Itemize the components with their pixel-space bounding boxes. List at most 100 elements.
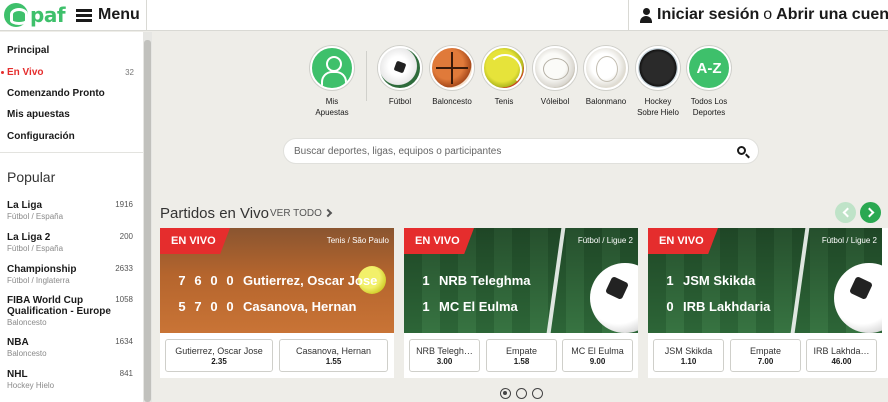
sidebar-item-en-vivo[interactable]: En Vivo — [7, 67, 44, 78]
odds-button[interactable]: Empate 1.58 — [486, 339, 557, 372]
sport-balonmano[interactable]: Balonmano — [576, 46, 636, 107]
header-divider — [146, 0, 147, 31]
odds-label: NRB Telegh… — [416, 346, 473, 356]
score: 5 — [178, 299, 186, 314]
league-item[interactable]: NHL Hockey Hielo 841 — [7, 369, 137, 390]
odds-button[interactable]: JSM Skikda 1.10 — [653, 339, 724, 372]
odds-button[interactable]: MC El Eulma 9.00 — [562, 339, 633, 372]
sport-mis-apuestas[interactable]: Mis Apuestas — [302, 46, 362, 118]
sidebar-item-configuracion[interactable]: Configuración — [7, 131, 75, 142]
pagination-dot[interactable] — [516, 388, 527, 399]
score: 0 — [226, 273, 234, 288]
sidebar-item-mis-apuestas[interactable]: Mis apuestas — [7, 109, 70, 120]
live-match-card[interactable]: EN VIVO Fútbol / Ligue 2 1 JSM Skikda 0 … — [648, 228, 888, 378]
competition-label: Fútbol / Ligue 2 — [577, 236, 633, 245]
search-input[interactable] — [294, 143, 724, 159]
person-icon — [640, 7, 652, 23]
score: 0 — [666, 299, 674, 314]
odds-value: 1.55 — [325, 357, 342, 366]
odds-label: JSM Skikda — [664, 346, 713, 356]
pitch-line — [790, 228, 810, 333]
login-link[interactable]: Iniciar sesión — [657, 6, 759, 24]
top-bar: paf Menu Iniciar sesión o Abrir una cuen… — [0, 0, 888, 31]
chevron-right-icon — [323, 208, 333, 218]
odds-label: Gutierrez, Oscar Jose — [175, 346, 263, 356]
live-dot-icon — [1, 71, 4, 74]
score: 1 — [666, 273, 674, 288]
user-icon — [310, 46, 354, 90]
sport-baloncesto[interactable]: Baloncesto — [422, 46, 482, 107]
handball-icon — [584, 46, 628, 90]
card-hero: EN VIVO Tenis / São Paulo 7 6 0 0 Gutier… — [160, 228, 394, 333]
sidebar-scroll-thumb[interactable] — [144, 40, 151, 402]
sport-label: Balonmano — [585, 97, 627, 106]
live-match-card[interactable]: EN VIVO Fútbol / Ligue 2 1 NRB Teleghma … — [404, 228, 638, 378]
carousel-pagination — [500, 388, 548, 399]
sidebar-item-comenzando-pronto[interactable]: Comenzando Pronto — [7, 88, 105, 99]
league-count: 2633 — [115, 264, 133, 273]
search-icon[interactable] — [737, 146, 746, 155]
sport-label: Baloncesto — [432, 97, 472, 106]
live-match-card[interactable]: EN VIVO Tenis / São Paulo 7 6 0 0 Gutier… — [160, 228, 394, 378]
league-category: Fútbol / España — [7, 212, 64, 221]
league-category: Fútbol / Inglaterra — [7, 276, 70, 285]
odds-value: 9.00 — [589, 357, 606, 366]
carousel-next-button[interactable] — [860, 202, 881, 223]
live-badge: EN VIVO — [648, 228, 718, 254]
football-icon — [590, 263, 638, 333]
team-name: Gutierrez, Oscar Jose — [243, 273, 378, 288]
pagination-dot[interactable] — [532, 388, 543, 399]
football-icon — [834, 263, 882, 333]
or-text: o — [763, 6, 773, 23]
popular-heading: Popular — [7, 169, 56, 185]
league-category: Baloncesto — [7, 318, 47, 327]
league-count: 841 — [119, 369, 133, 378]
sport-futbol[interactable]: Fútbol — [370, 46, 430, 107]
team-row: 5 7 0 0 Casanova, Hernan — [174, 299, 356, 314]
league-item[interactable]: La Liga 2 Fútbol / España 200 — [7, 232, 137, 253]
sidebar-item-principal[interactable]: Principal — [7, 45, 49, 56]
card-hero: EN VIVO Fútbol / Ligue 2 1 JSM Skikda 0 … — [648, 228, 882, 333]
sport-label: Hockey Sobre Hielo — [637, 97, 679, 117]
odds-value: 7.00 — [757, 357, 774, 366]
league-count: 1634 — [115, 337, 133, 346]
menu-button[interactable]: Menu — [76, 6, 140, 24]
league-item[interactable]: La Liga Fútbol / España 1916 — [7, 200, 137, 221]
see-all-link[interactable]: VER TODO — [270, 208, 333, 219]
score: 0 — [210, 273, 218, 288]
odds-button[interactable]: Gutierrez, Oscar Jose 2.35 — [165, 339, 273, 372]
football-icon — [378, 46, 422, 90]
sidebar-divider — [0, 152, 143, 153]
team-name: IRB Lakhdaria — [683, 299, 771, 314]
odds-label: MC El Eulma — [571, 346, 624, 356]
league-name: FIBA World Cup Qualification - Europe — [7, 295, 111, 317]
odds-value: 1.58 — [513, 357, 530, 366]
score: 1 — [422, 299, 430, 314]
league-item[interactable]: Championship Fútbol / Inglaterra 2633 — [7, 264, 137, 285]
sport-label: Todos Los Deportes — [690, 97, 728, 117]
paf-logo[interactable]: paf — [4, 3, 66, 27]
carousel-prev-button[interactable] — [835, 202, 856, 223]
odds-button[interactable]: NRB Telegh… 3.00 — [409, 339, 480, 372]
score: 0 — [226, 299, 234, 314]
league-item[interactable]: NBA Baloncesto 1634 — [7, 337, 137, 358]
card-hero: EN VIVO Fútbol / Ligue 2 1 NRB Teleghma … — [404, 228, 638, 333]
score: 7 — [194, 299, 202, 314]
odds-button[interactable]: Casanova, Hernan 1.55 — [279, 339, 388, 372]
odds-value: 1.10 — [680, 357, 697, 366]
odds-value: 3.00 — [436, 357, 453, 366]
team-row: 0 IRB Lakhdaria — [662, 299, 770, 314]
register-link[interactable]: Abrir una cuenta — [776, 6, 888, 24]
pagination-dot[interactable] — [500, 388, 511, 399]
league-name: La Liga 2 — [7, 232, 51, 243]
team-row: 7 6 0 0 Gutierrez, Oscar Jose — [174, 273, 377, 288]
live-badge: EN VIVO — [404, 228, 474, 254]
hamburger-icon — [76, 8, 92, 22]
score: 1 — [422, 273, 430, 288]
league-item[interactable]: FIBA World Cup Qualification - Europe Ba… — [7, 295, 137, 327]
league-name: NHL — [7, 369, 28, 380]
account-links: Iniciar sesión o Abrir una cuenta — [640, 6, 888, 24]
odds-button[interactable]: Empate 7.00 — [730, 339, 801, 372]
sport-todos-los-deportes[interactable]: A-Z Todos Los Deportes — [679, 46, 739, 118]
odds-button[interactable]: IRB Lakhda… 46.00 — [806, 339, 877, 372]
